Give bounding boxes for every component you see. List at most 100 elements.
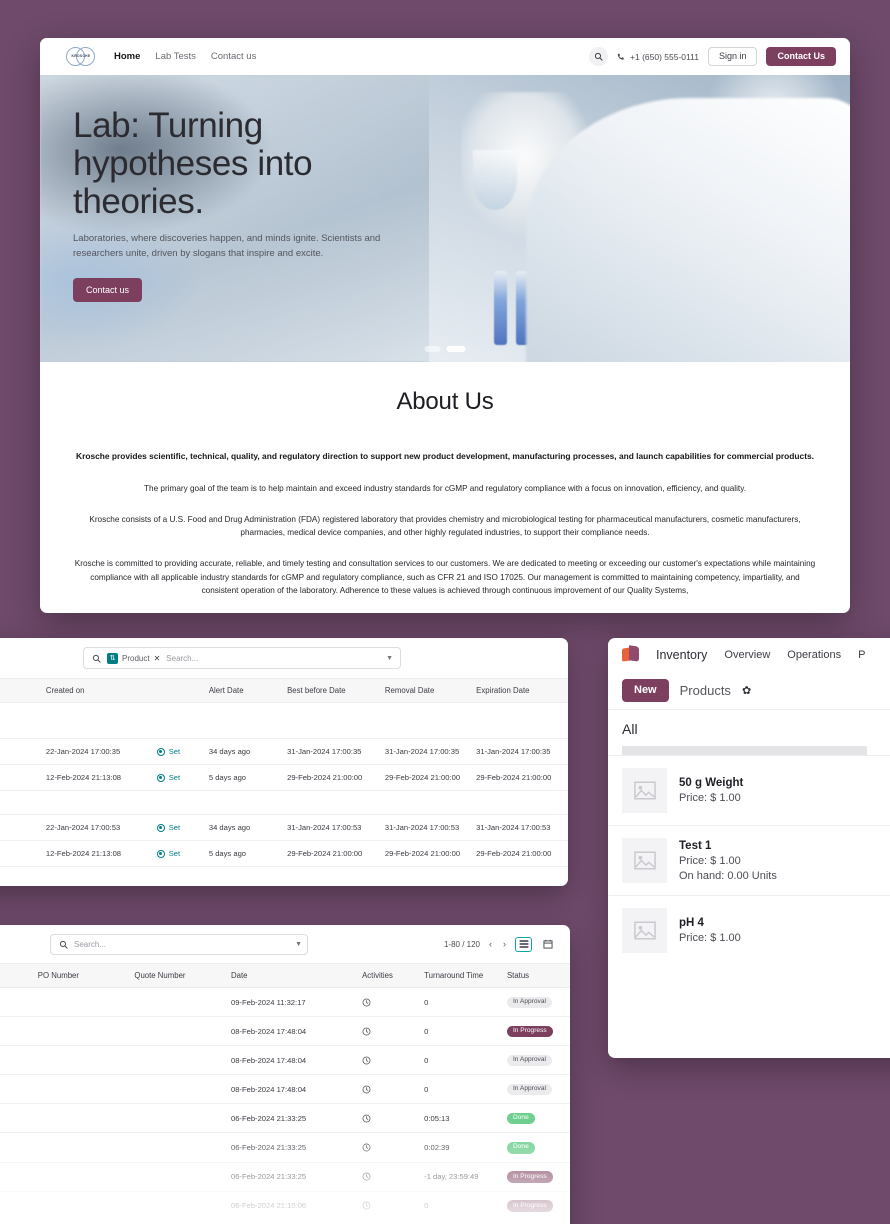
product-price: Price: $ 1.00 xyxy=(679,932,741,944)
table-row[interactable]: N Potassium ... 12-Feb-2024 21:13:08 Set… xyxy=(0,764,568,791)
chevron-down-icon[interactable]: ▼ xyxy=(386,655,396,662)
expiration-table-body: N Potassium ... 22-Jan-2024 17:00:35 Set… xyxy=(0,702,568,867)
carousel-dot-1[interactable] xyxy=(424,346,441,352)
breadcrumb[interactable]: Products xyxy=(680,683,731,698)
table-row[interactable]: 06-Feb-2024 21:33:25 -1 day, 23:59:49 In P… xyxy=(0,1162,570,1192)
cell-date: 06-Feb-2024 21:33:25 xyxy=(224,1162,357,1192)
col-quote-number[interactable]: Quote Number xyxy=(128,963,225,988)
clock-icon[interactable] xyxy=(362,1143,371,1152)
list-item[interactable]: 50 g Weight Price: $ 1.00 xyxy=(608,755,890,825)
table-row[interactable]: 08-Feb-2024 17:48:04 0 In Approval xyxy=(0,1074,570,1105)
odoo-cube-icon[interactable] xyxy=(622,645,639,663)
clock-icon[interactable] xyxy=(362,1172,371,1181)
nav-link-contact-us[interactable]: Contact us xyxy=(211,51,256,62)
cell-turnaround-time: 0:05:13 xyxy=(418,1103,501,1134)
expiration-search-box[interactable]: ⇅ Product ✕ Search... ▼ xyxy=(83,647,401,669)
cell-activities[interactable] xyxy=(356,1103,419,1134)
cell-customer xyxy=(0,1162,32,1192)
nav-link-home[interactable]: Home xyxy=(114,51,140,62)
cell-date: 06-Feb-2024 21:33:25 xyxy=(224,1132,357,1163)
inventory-app-title[interactable]: Inventory xyxy=(656,648,707,662)
cell-date: 06-Feb-2024 21:10:06 xyxy=(224,1191,357,1221)
table-row[interactable]: 06-Feb-2024 21:10:06 0 In Progress xyxy=(0,1191,570,1221)
quotes-table-window: Search... ▼ 1-80 / 120 ‹ › Customer PO N… xyxy=(0,925,570,1224)
calendar-view-icon[interactable] xyxy=(539,937,556,952)
col-product[interactable]: Product xyxy=(0,678,40,703)
menu-item-operations[interactable]: Operations xyxy=(787,649,841,661)
krosche-logo-icon[interactable]: KROSCHE xyxy=(66,47,96,66)
radio-icon xyxy=(156,773,165,782)
hero-contact-us-button[interactable]: Contact us xyxy=(73,277,143,302)
table-row[interactable]: mith 09-Feb-2024 11:32:17 0 In Approval xyxy=(0,987,570,1018)
menu-item-products[interactable]: P xyxy=(858,649,865,661)
cell-activities[interactable] xyxy=(356,1045,419,1076)
list-item[interactable]: Test 1 Price: $ 1.00 On hand: 0.00 Units xyxy=(608,825,890,895)
cell-activities[interactable] xyxy=(356,1220,419,1224)
list-item[interactable]: pH 4 Price: $ 1.00 xyxy=(608,895,890,965)
clock-icon[interactable] xyxy=(362,1201,371,1210)
chevron-down-icon[interactable]: ▼ xyxy=(295,941,302,948)
col-activities[interactable]: Activities xyxy=(356,963,419,988)
set-toggle[interactable]: Set xyxy=(156,773,197,782)
set-toggle[interactable]: Set xyxy=(156,849,197,858)
quotes-search-box[interactable]: Search... ▼ xyxy=(50,933,308,955)
clock-icon[interactable] xyxy=(362,1114,371,1123)
close-icon[interactable]: ✕ xyxy=(154,654,161,663)
product-filter-chip[interactable]: ⇅ Product ✕ xyxy=(107,652,161,664)
cell-customer xyxy=(0,1045,32,1076)
clock-icon[interactable] xyxy=(362,1056,371,1065)
table-row[interactable]: 06-Feb-2024 21:33:25 0:05:13 Done xyxy=(0,1103,570,1134)
contact-us-button[interactable]: Contact Us xyxy=(766,47,836,66)
set-toggle[interactable]: Set xyxy=(156,747,197,756)
col-status[interactable]: Status xyxy=(500,963,570,988)
cell-date: 06-Feb-2024 21:33:25 xyxy=(224,1103,357,1134)
new-button[interactable]: New xyxy=(622,678,669,702)
search-icon xyxy=(92,654,101,663)
phone-number[interactable]: +1 (650) 555-0111 xyxy=(617,52,699,62)
clock-icon[interactable] xyxy=(362,998,371,1007)
status-badge: Done xyxy=(506,1141,535,1154)
table-row[interactable]: N Potassium ... 22-Jan-2024 17:00:35 Set… xyxy=(0,738,568,765)
table-row[interactable]: N Sodium Hy... 22-Jan-2024 17:00:53 Set … xyxy=(0,814,568,841)
sign-in-button[interactable]: Sign in xyxy=(707,47,758,66)
cell-activities[interactable] xyxy=(356,987,419,1018)
col-alert-date[interactable]: Alert Date xyxy=(202,678,282,703)
cell-activities[interactable] xyxy=(356,1162,419,1192)
table-row[interactable]: N Sodium Hy... 12-Feb-2024 21:13:08 Set … xyxy=(0,840,568,867)
cell-activities[interactable] xyxy=(356,1132,419,1163)
col-po-number[interactable]: PO Number xyxy=(31,963,129,988)
group-label-all: All xyxy=(608,709,890,737)
menu-item-overview[interactable]: Overview xyxy=(724,649,770,661)
site-nav-actions: +1 (650) 555-0111 Sign in Contact Us xyxy=(589,47,836,66)
set-label: Set xyxy=(168,747,181,756)
table-row[interactable]: 08-Feb-2024 17:48:04 0 In Approval xyxy=(0,1045,570,1076)
table-row[interactable]: 06-Feb-2024 21:33:25 0:02:39 Done xyxy=(0,1132,570,1163)
col-turnaround-time[interactable]: Turnaround Time xyxy=(418,963,501,988)
col-expiration-date[interactable]: Expiration Date xyxy=(470,678,568,703)
chevron-left-icon[interactable]: ‹ xyxy=(487,939,494,949)
col-customer[interactable]: Customer xyxy=(0,963,32,988)
cell-activities[interactable] xyxy=(356,1191,419,1221)
table-row[interactable]: 05-Feb-2024 15:19:55 0In Approval xyxy=(0,1220,570,1224)
clock-icon[interactable] xyxy=(362,1027,371,1036)
gear-icon[interactable]: ✿ xyxy=(742,684,751,697)
carousel-indicators[interactable] xyxy=(424,346,466,352)
cell-activities[interactable] xyxy=(356,1016,419,1047)
cell-customer xyxy=(0,1074,32,1105)
clock-icon[interactable] xyxy=(362,1085,371,1094)
col-date[interactable]: Date xyxy=(224,963,357,988)
list-view-icon[interactable] xyxy=(515,936,532,952)
table-row[interactable]: 08-Feb-2024 17:48:04 0 In Progress xyxy=(0,1016,570,1047)
set-toggle[interactable]: Set xyxy=(156,823,197,832)
search-icon[interactable] xyxy=(589,47,609,66)
carousel-dot-2[interactable] xyxy=(446,346,466,352)
nav-link-lab-tests[interactable]: Lab Tests xyxy=(155,51,196,62)
col-best-before-date[interactable]: Best before Date xyxy=(281,678,379,703)
col-removal-date[interactable]: Removal Date xyxy=(378,678,471,703)
col-created-on[interactable]: Created on xyxy=(39,678,151,703)
quotes-search-input[interactable]: Search... xyxy=(74,940,289,949)
chevron-right-icon[interactable]: › xyxy=(501,939,508,949)
hero-subheading: Laboratories, where discoveries happen, … xyxy=(73,233,381,260)
cell-activities[interactable] xyxy=(356,1074,419,1105)
expiration-search-input[interactable]: Search... xyxy=(166,654,380,663)
